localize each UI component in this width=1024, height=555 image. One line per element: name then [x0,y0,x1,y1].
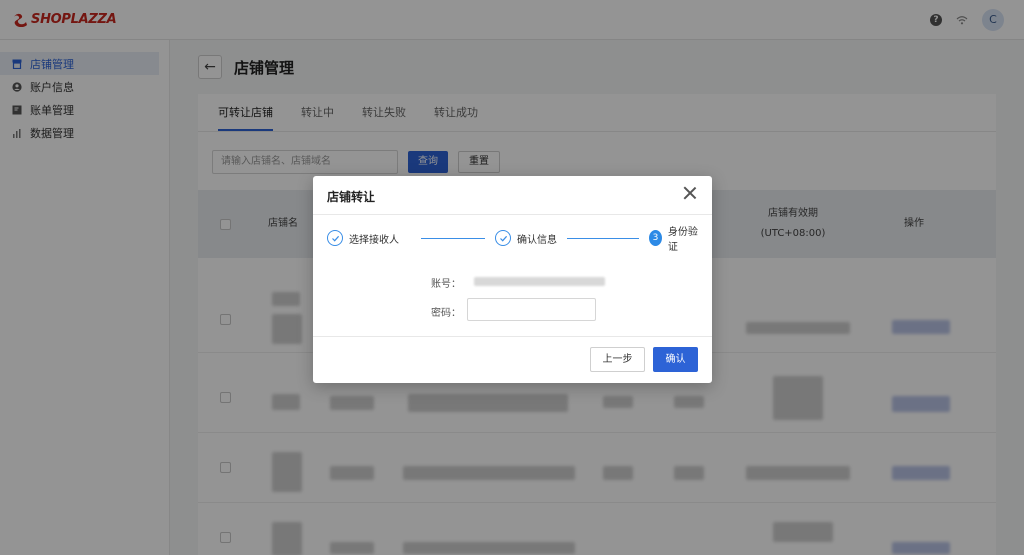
step-number-badge: 3 [649,230,662,246]
dialog-header-divider [313,214,712,215]
password-input[interactable] [467,298,596,321]
previous-step-button[interactable]: 上一步 [590,347,645,372]
account-label: 账号： [431,279,461,290]
step-label: 身份验证 [667,227,698,253]
dialog-title: 店铺转让 [327,190,376,204]
step-label: 确认信息 [517,234,557,246]
step-identity-verify: 3 身份验证 [649,227,699,253]
password-label: 密码： [431,308,461,319]
step-select-recipient: 选择接收人 [327,228,399,248]
check-circle-icon [495,230,511,246]
step-label: 选择接收人 [349,234,399,246]
store-transfer-dialog: 店铺转让 选择接收人 确认信息 3 身份验证 账号： 密码： 上一步 确认 [313,176,712,383]
step-connector [421,238,485,239]
step-connector [567,238,639,239]
confirm-button[interactable]: 确认 [653,347,698,372]
close-icon[interactable] [682,185,698,201]
blurred-account-value [474,277,605,286]
dialog-footer-divider [313,336,712,337]
steps-indicator: 选择接收人 确认信息 3 身份验证 [327,227,699,253]
step-confirm-info: 确认信息 [495,228,557,248]
check-circle-icon [327,230,343,246]
